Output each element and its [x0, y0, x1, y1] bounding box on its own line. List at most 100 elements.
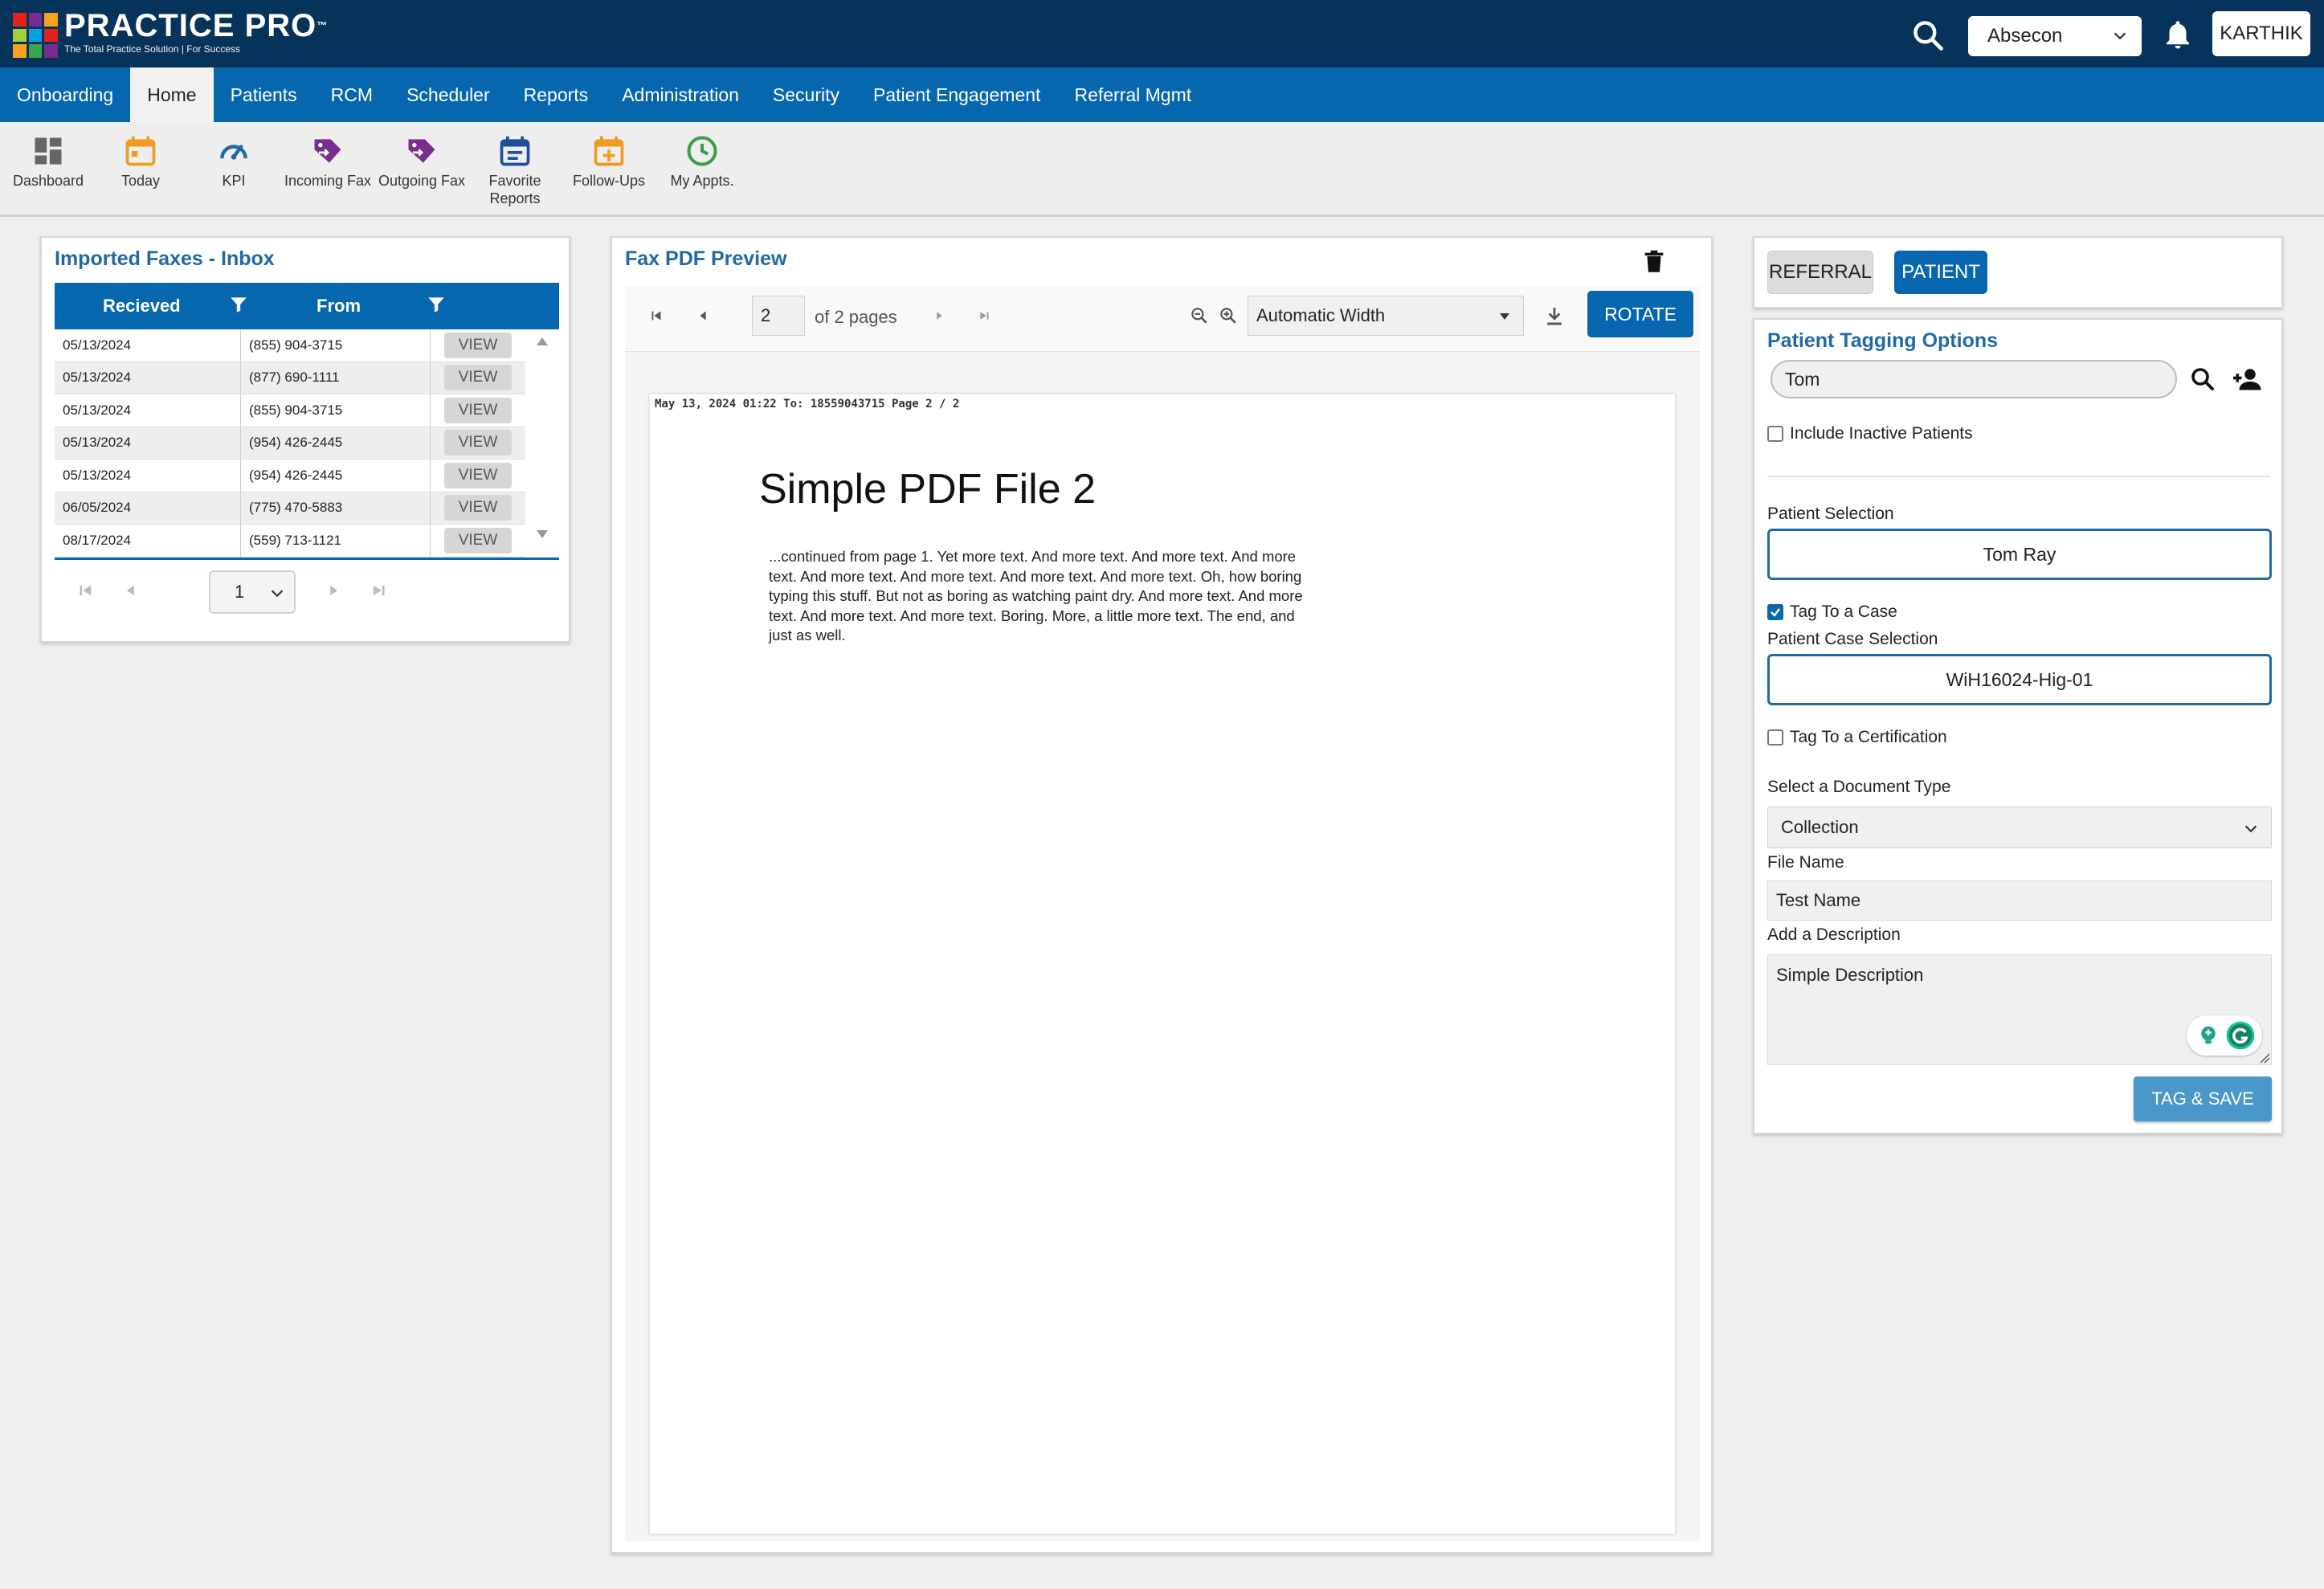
main-nav: Onboarding Home Patients RCM Scheduler R… — [0, 67, 2324, 122]
view-button[interactable]: VIEW — [444, 397, 512, 423]
calendar-today-icon — [125, 136, 156, 166]
quick-follow-ups[interactable]: Follow-Ups — [561, 130, 657, 190]
nav-item-rcm[interactable]: RCM — [314, 67, 390, 122]
chevron-down-icon — [271, 590, 284, 598]
last-page-icon[interactable] — [366, 578, 390, 603]
quick-incoming-fax-label: Incoming Fax — [284, 173, 372, 189]
grammarly-icon[interactable] — [2225, 1020, 2256, 1051]
table-row[interactable]: 05/13/2024 (855) 904-3715 VIEW — [55, 329, 525, 362]
quick-dashboard[interactable]: Dashboard — [0, 130, 96, 190]
lightbulb-icon[interactable] — [2196, 1023, 2220, 1048]
imported-faxes-title: Imported Faxes - Inbox — [55, 247, 275, 270]
zoom-mode-select[interactable]: Automatic Width — [1248, 296, 1524, 336]
logo-tagline: The Total Practice Solution | For Succes… — [64, 43, 240, 55]
tag-to-case-checkbox[interactable] — [1767, 604, 1783, 620]
search-icon[interactable] — [1910, 18, 1946, 53]
zoom-in-icon[interactable] — [1218, 305, 1239, 326]
view-button[interactable]: VIEW — [444, 462, 512, 488]
quick-my-appts-label: My Appts. — [670, 173, 734, 189]
view-button[interactable]: VIEW — [444, 495, 512, 521]
from-cell: (877) 690-1111 — [241, 362, 431, 394]
next-page-icon[interactable] — [930, 307, 948, 325]
column-received[interactable]: Recieved — [103, 296, 181, 317]
dashboard-icon — [35, 137, 62, 165]
table-row[interactable]: 05/13/2024 (855) 904-3715 VIEW — [55, 394, 525, 427]
nav-item-security[interactable]: Security — [756, 67, 856, 122]
nav-item-administration[interactable]: Administration — [605, 67, 756, 122]
resize-handle-icon[interactable] — [2259, 1052, 2270, 1064]
view-button[interactable]: VIEW — [444, 332, 512, 358]
trash-icon[interactable] — [1640, 247, 1668, 276]
nav-item-scheduler[interactable]: Scheduler — [390, 67, 507, 122]
fax-table-scrollbar[interactable] — [525, 329, 559, 558]
last-page-icon[interactable] — [975, 307, 993, 325]
table-row[interactable]: 05/13/2024 (954) 426-2445 VIEW — [55, 460, 525, 492]
prev-page-icon[interactable] — [694, 307, 712, 325]
received-cell: 05/13/2024 — [55, 427, 241, 459]
prev-page-icon[interactable] — [119, 578, 143, 603]
next-page-icon[interactable] — [321, 578, 345, 603]
nav-item-onboarding[interactable]: Onboarding — [0, 67, 130, 122]
quick-favorite-reports[interactable]: Favorite Reports — [467, 130, 563, 207]
imported-faxes-panel: Imported Faxes - Inbox Recieved From 05/… — [40, 236, 570, 643]
tag-mode-panel: REFERRAL PATIENT — [1753, 236, 2283, 308]
table-divider — [55, 558, 559, 560]
nav-item-home[interactable]: Home — [130, 67, 214, 122]
notification-bell-icon[interactable] — [2161, 16, 2195, 53]
grammar-assistant-widget[interactable] — [2187, 1015, 2262, 1056]
first-page-icon[interactable] — [74, 578, 98, 603]
quick-incoming-fax[interactable]: Incoming Fax — [280, 130, 376, 190]
download-icon[interactable] — [1542, 304, 1566, 328]
quick-kpi[interactable]: KPI — [186, 130, 282, 190]
nav-item-patient-engagement[interactable]: Patient Engagement — [856, 67, 1057, 122]
table-row[interactable]: 06/05/2024 (775) 470-5883 VIEW — [55, 492, 525, 525]
column-from[interactable]: From — [317, 296, 361, 317]
received-cell: 05/13/2024 — [55, 329, 241, 362]
quick-today[interactable]: Today — [92, 130, 189, 190]
check-icon — [1771, 608, 1780, 617]
patient-selection-field[interactable]: Tom Ray — [1767, 529, 2272, 580]
table-row[interactable]: 08/17/2024 (559) 713-1121 VIEW — [55, 525, 525, 558]
tab-patient[interactable]: PATIENT — [1894, 251, 1987, 294]
rotate-button[interactable]: ROTATE — [1587, 291, 1693, 337]
case-selection-field[interactable]: WiH16024-Hig-01 — [1767, 654, 2272, 705]
scroll-up-icon[interactable] — [535, 336, 549, 347]
nav-item-referral-mgmt[interactable]: Referral Mgmt — [1057, 67, 1208, 122]
tag-to-certification-label: Tag To a Certification — [1790, 728, 1947, 746]
view-button[interactable]: VIEW — [444, 365, 512, 391]
location-select[interactable]: Absecon — [1968, 16, 2142, 56]
table-row[interactable]: 05/13/2024 (877) 690-1111 VIEW — [55, 362, 525, 394]
filter-icon[interactable] — [228, 294, 249, 315]
add-person-icon[interactable] — [2232, 365, 2264, 394]
document-type-select[interactable]: Collection — [1767, 807, 2272, 848]
app-logo[interactable]: PRACTICE PRO™ The Total Practice Solutio… — [13, 10, 328, 58]
zoom-mode-value: Automatic Width — [1256, 305, 1386, 325]
view-button[interactable]: VIEW — [444, 527, 512, 553]
scroll-down-icon[interactable] — [535, 529, 549, 540]
outgoing-fax-icon — [408, 139, 435, 163]
filter-icon[interactable] — [426, 294, 447, 315]
quick-follow-ups-label: Follow-Ups — [572, 173, 646, 189]
user-menu-button[interactable]: KARTHIK — [2212, 11, 2310, 56]
quick-my-appts[interactable]: My Appts. — [654, 130, 750, 190]
include-inactive-checkbox[interactable] — [1767, 426, 1783, 442]
nav-item-reports[interactable]: Reports — [507, 67, 606, 122]
patient-search-input[interactable]: Tom — [1771, 360, 2177, 398]
tab-referral[interactable]: REFERRAL — [1767, 251, 1873, 294]
table-row[interactable]: 05/13/2024 (954) 426-2445 VIEW — [55, 427, 525, 460]
page-number-input[interactable]: 2 — [752, 296, 805, 336]
calendar-add-icon — [594, 136, 624, 166]
chevron-down-icon — [2244, 825, 2257, 833]
quick-outgoing-fax[interactable]: Outgoing Fax — [374, 130, 470, 190]
quick-outgoing-fax-label: Outgoing Fax — [378, 173, 466, 189]
search-icon[interactable] — [2188, 365, 2217, 394]
first-page-icon[interactable] — [647, 307, 665, 325]
zoom-out-icon[interactable] — [1189, 305, 1210, 326]
page-select[interactable]: 1 — [209, 570, 296, 614]
from-cell: (775) 470-5883 — [241, 492, 431, 524]
tag-and-save-button[interactable]: TAG & SAVE — [2134, 1076, 2272, 1121]
nav-item-patients[interactable]: Patients — [214, 67, 314, 122]
tag-to-certification-checkbox[interactable] — [1767, 729, 1783, 745]
view-button[interactable]: VIEW — [444, 430, 512, 456]
file-name-input[interactable]: Test Name — [1767, 880, 2272, 921]
